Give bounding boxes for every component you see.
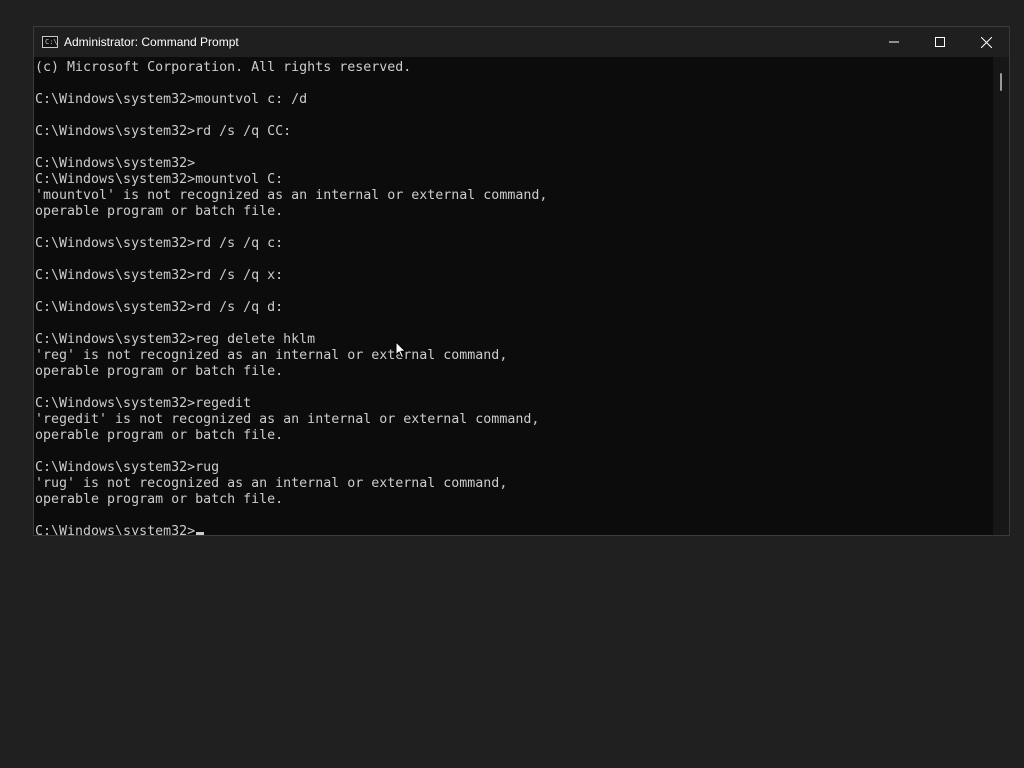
- terminal-line: 'mountvol' is not recognized as an inter…: [35, 188, 548, 203]
- window-controls: [871, 27, 1009, 57]
- close-button[interactable]: [963, 27, 1009, 57]
- terminal-line: 'rug' is not recognized as an internal o…: [35, 476, 508, 491]
- scrollbar-thumb[interactable]: [1000, 73, 1002, 91]
- terminal-line: C:\Windows\system32>regedit: [35, 396, 252, 411]
- terminal-line: C:\Windows\system32>rug: [35, 460, 220, 475]
- maximize-icon: [935, 37, 945, 47]
- window-title: Administrator: Command Prompt: [64, 35, 239, 49]
- terminal-line: C:\Windows\system32>rd /s /q c:: [35, 236, 284, 251]
- terminal-line: operable program or batch file.: [35, 492, 284, 507]
- minimize-button[interactable]: [871, 27, 917, 57]
- terminal-line: C:\Windows\system32>rd /s /q CC:: [35, 124, 292, 139]
- minimize-icon: [889, 41, 899, 43]
- terminal-line: 'reg' is not recognized as an internal o…: [35, 348, 508, 363]
- terminal-line: C:\Windows\system32>reg delete hklm: [35, 332, 316, 347]
- text-cursor: [196, 532, 205, 535]
- prompt-text: C:\Windows\system32>: [35, 524, 196, 535]
- mouse-pointer-icon: [395, 341, 407, 359]
- terminal-line: operable program or batch file.: [35, 204, 284, 219]
- terminal-line: 'regedit' is not recognized as an intern…: [35, 412, 540, 427]
- terminal-line: C:\Windows\system32>: [35, 156, 196, 171]
- terminal-line: operable program or batch file.: [35, 428, 284, 443]
- vertical-scrollbar[interactable]: [993, 57, 1009, 535]
- maximize-button[interactable]: [917, 27, 963, 57]
- terminal-line: C:\Windows\system32>rd /s /q x:: [35, 268, 284, 283]
- terminal-line: (c) Microsoft Corporation. All rights re…: [35, 60, 412, 75]
- command-prompt-window[interactable]: C:\ Administrator: Command Prompt (c) Mi…: [33, 26, 1010, 536]
- terminal-output[interactable]: (c) Microsoft Corporation. All rights re…: [34, 57, 994, 535]
- terminal-prompt-line[interactable]: C:\Windows\system32>: [34, 524, 994, 535]
- close-icon: [980, 36, 992, 48]
- terminal-line: operable program or batch file.: [35, 364, 284, 379]
- terminal-line: C:\Windows\system32>rd /s /q d:: [35, 300, 284, 315]
- cmd-icon: C:\: [42, 36, 58, 48]
- title-bar[interactable]: C:\ Administrator: Command Prompt: [34, 27, 1009, 57]
- terminal-line: C:\Windows\system32>mountvol c: /d: [35, 92, 308, 107]
- terminal-line: C:\Windows\system32>mountvol C:: [35, 172, 284, 187]
- terminal-lines: (c) Microsoft Corporation. All rights re…: [34, 60, 994, 524]
